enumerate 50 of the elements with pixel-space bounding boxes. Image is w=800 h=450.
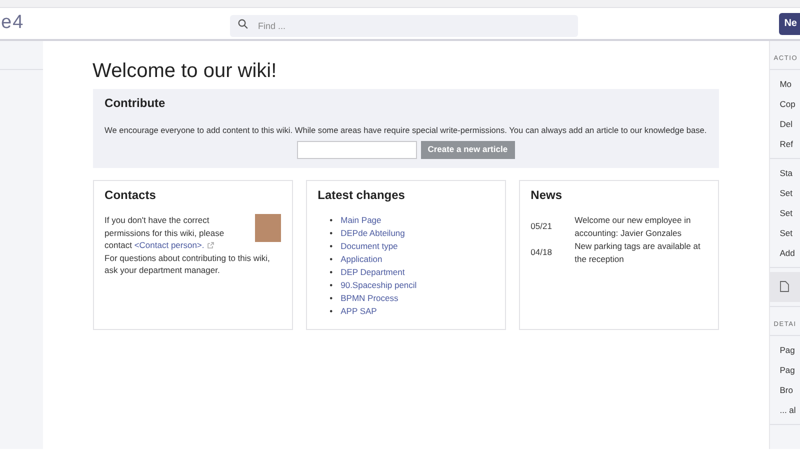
bullet: • bbox=[330, 214, 334, 228]
sidebar-item[interactable]: Bro bbox=[770, 380, 800, 400]
contact-note: For questions about contributing to this wiki, ask your department manager. bbox=[104, 252, 271, 277]
bullet: • bbox=[330, 305, 334, 318]
sidebar-item[interactable]: Pag bbox=[770, 340, 800, 360]
bullet: • bbox=[330, 253, 334, 266]
card-title: Latest changes bbox=[318, 188, 406, 202]
bullet: • bbox=[330, 279, 334, 292]
sidebar-item[interactable] bbox=[770, 272, 800, 302]
sidebar-item[interactable]: Set bbox=[770, 202, 800, 223]
contact-link[interactable]: <Contact person>. bbox=[134, 240, 214, 250]
logo[interactable]: e4 bbox=[0, 9, 52, 38]
page-title: Welcome to our wiki! bbox=[92, 59, 278, 83]
card-title: News bbox=[530, 188, 564, 202]
page-link[interactable]: Document type bbox=[340, 241, 398, 252]
bullet: • bbox=[330, 292, 334, 306]
sidebar-item[interactable]: Add bbox=[770, 242, 800, 263]
sidebar-item[interactable]: Mo bbox=[770, 74, 800, 94]
sidebar-item[interactable]: Del bbox=[770, 114, 800, 134]
external-link-icon bbox=[206, 242, 214, 250]
card-title: Contacts bbox=[104, 188, 157, 202]
contact-text: If you don't have the correct permissions for this wiki, please contact <Contact person>. bbox=[104, 214, 226, 252]
sidebar-item[interactable]: ... al bbox=[770, 400, 800, 420]
document-icon bbox=[780, 281, 789, 292]
news-text: New parking tags are available at the reception bbox=[574, 240, 702, 266]
bullet: • bbox=[330, 227, 334, 240]
search-field[interactable]: Find ... bbox=[230, 14, 578, 36]
news-text: Welcome our new employee in accounting: Javier Gonzales bbox=[574, 214, 692, 240]
page-link[interactable]: Application bbox=[340, 254, 382, 264]
sidebar-item[interactable]: Pag bbox=[770, 360, 800, 380]
contribute-text: We encourage everyone to add content to this wiki. While some areas have require special write-permissions. You can always add an article to our knowledge base. bbox=[104, 124, 707, 137]
page-link[interactable]: DEP Department bbox=[340, 267, 405, 278]
page-link[interactable]: DEPde Abteilung bbox=[340, 228, 405, 238]
sidebar-item[interactable]: Set bbox=[770, 222, 800, 243]
sidebar-item[interactable]: Set bbox=[770, 182, 800, 203]
bullet: • bbox=[330, 240, 334, 254]
article-name-field[interactable] bbox=[296, 140, 417, 159]
panel-title: Contribute bbox=[104, 96, 166, 110]
page-link[interactable]: Main Page bbox=[340, 215, 382, 226]
bullet: • bbox=[330, 266, 334, 280]
news-date: 04/18 bbox=[530, 246, 553, 259]
page-link[interactable]: APP SAP bbox=[340, 306, 377, 316]
photo-placeholder bbox=[254, 214, 281, 242]
sidebar-item[interactable]: Ref bbox=[770, 134, 800, 154]
sidebar-item[interactable]: Cop bbox=[770, 94, 800, 114]
page-link[interactable]: BPMN Process bbox=[340, 293, 398, 304]
sidebar-item[interactable]: Sta bbox=[770, 162, 800, 183]
page-link[interactable]: 90.Spaceship pencil bbox=[340, 280, 417, 290]
new-button[interactable]: Ne bbox=[779, 12, 800, 34]
news-date: 05/21 bbox=[530, 220, 553, 233]
